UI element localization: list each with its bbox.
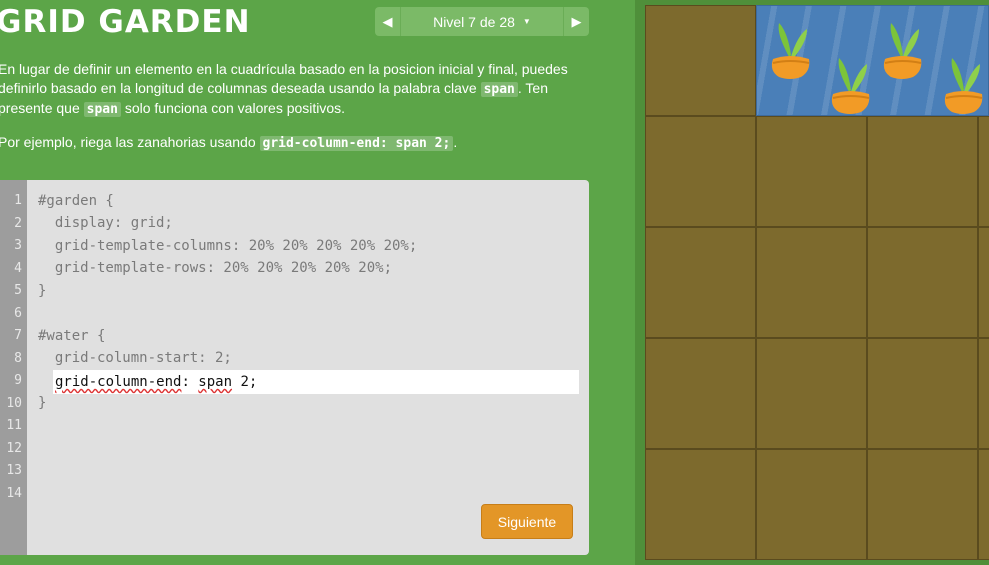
line-number: 9 [14, 373, 22, 388]
level-selector[interactable]: Nivel 7 de 28 ▼ [401, 14, 563, 30]
line-number: 10 [6, 396, 22, 411]
soil-plot [978, 449, 989, 560]
keyword-span: span [83, 102, 121, 117]
soil-plot [867, 227, 978, 338]
input-text: 2; [232, 374, 258, 390]
soil-plot [867, 449, 978, 560]
line-number: 1 [14, 193, 22, 208]
input-text: span [198, 374, 233, 390]
line-number: 5 [14, 283, 22, 298]
code-line: grid-template-rows: 20% 20% 20% 20% 20%; [38, 260, 393, 276]
soil-plot [756, 227, 867, 338]
line-number-gutter: 1 2 3 4 5 6 7 8 9 10 11 12 13 14 [0, 180, 27, 555]
carrot-icon [771, 23, 810, 79]
code-line: grid-column-start: 2; [38, 350, 232, 366]
code-line: } [38, 395, 47, 411]
css-answer-input[interactable]: grid-column-end: span 2; [53, 370, 579, 394]
carrot-icon [944, 58, 983, 114]
soil-plot [756, 338, 867, 449]
code-line: #water { [38, 328, 106, 344]
next-level-button[interactable]: ▶ [563, 7, 589, 36]
page-title: GRID GARDEN [0, 4, 251, 40]
input-text: : [181, 374, 199, 390]
soil-plot [756, 116, 867, 227]
instructions-pane: GRID GARDEN ◀ Nivel 7 de 28 ▼ ▶ En lugar… [0, 0, 635, 565]
soil-plot [645, 449, 756, 560]
line-number: 11 [6, 418, 22, 433]
line-number: 13 [6, 463, 22, 478]
triangle-right-icon: ▶ [571, 13, 582, 29]
soil-plot [978, 227, 989, 338]
line-number: 6 [14, 306, 22, 321]
level-label: Nivel 7 de 28 [433, 13, 515, 30]
example-code: grid-column-end: span 2; [259, 136, 454, 151]
garden-board [635, 0, 989, 565]
code-line: grid-template-columns: 20% 20% 20% 20% 2… [38, 238, 418, 254]
triangle-left-icon: ◀ [382, 13, 393, 29]
css-editor: 1 2 3 4 5 6 7 8 9 10 11 12 13 14 #garden… [0, 180, 589, 555]
code-line: } [38, 283, 47, 299]
line-number: 2 [14, 216, 22, 231]
garden-grid [645, 5, 989, 560]
carrot-icon [831, 58, 870, 114]
instructions-text: En lugar de definir un elemento en la cu… [0, 60, 598, 167]
line-number: 3 [14, 238, 22, 253]
previous-level-button[interactable]: ◀ [375, 7, 401, 36]
level-navigator: ◀ Nivel 7 de 28 ▼ ▶ [375, 7, 589, 36]
line-number: 8 [14, 351, 22, 366]
caret-down-icon: ▼ [522, 17, 531, 26]
instruction-paragraph: En lugar de definir un elemento en la cu… [0, 60, 598, 119]
line-number: 7 [14, 328, 22, 343]
code-line: #garden { [38, 193, 114, 209]
next-button[interactable]: Siguiente [481, 504, 573, 539]
line-number: 12 [6, 441, 22, 456]
line-number: 14 [6, 486, 22, 501]
keyword-span: span [480, 82, 518, 97]
soil-plot [867, 116, 978, 227]
soil-plot [645, 116, 756, 227]
example-paragraph: Por ejemplo, riega las zanahorias usando… [0, 133, 598, 153]
soil-plot [645, 338, 756, 449]
soil-plot [978, 116, 989, 227]
input-text: grid-column-end [55, 374, 182, 390]
example-text: Por ejemplo, riega las zanahorias usando [0, 134, 260, 150]
soil-plot [645, 227, 756, 338]
soil-plot [645, 5, 756, 116]
code-line: display: grid; [38, 215, 173, 231]
carrot-icon [883, 23, 922, 79]
instruction-text: solo funciona con valores positivos. [120, 100, 346, 116]
soil-plot [978, 338, 989, 449]
soil-plot [867, 338, 978, 449]
soil-plot [756, 449, 867, 560]
line-number: 4 [14, 261, 22, 276]
example-text: . [453, 134, 458, 150]
